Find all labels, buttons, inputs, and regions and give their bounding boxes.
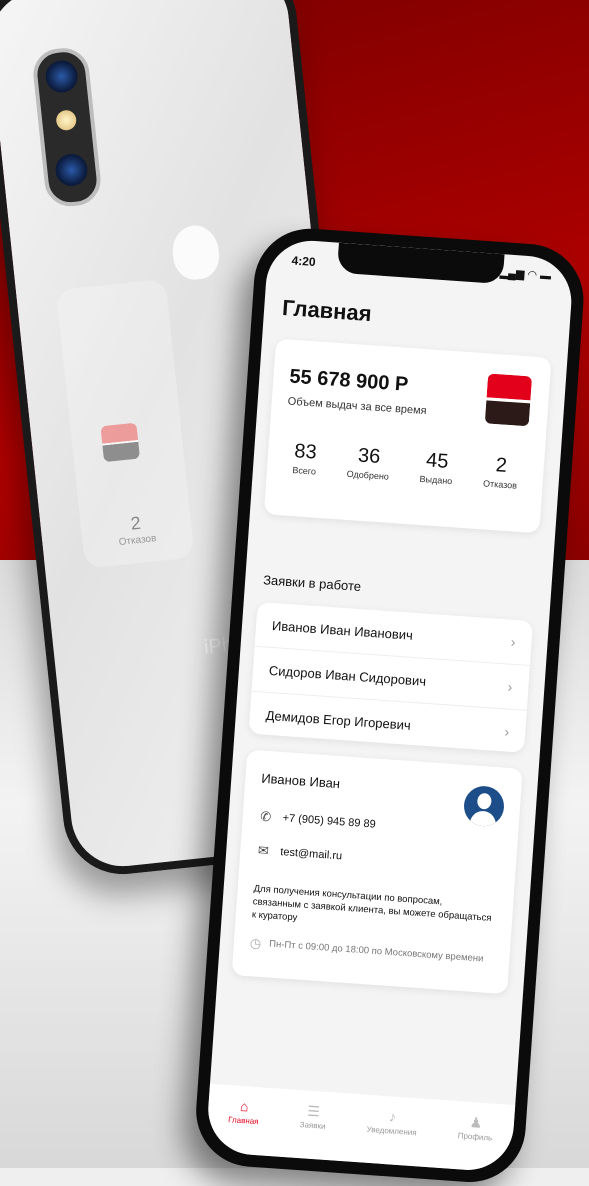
stat-rejected: 2 Отказов [483, 453, 519, 490]
chevron-right-icon: › [507, 678, 513, 695]
applications-title: Заявки в работе [262, 572, 362, 595]
summary-card: 55 678 900 Р Объем выдач за все время 83… [263, 338, 552, 534]
camera-bump [30, 45, 104, 209]
notch [336, 242, 505, 285]
page-title: Главная [281, 294, 373, 327]
list-icon: ☰ [306, 1102, 321, 1120]
avatar [462, 784, 506, 828]
tab-label: Профиль [457, 1131, 493, 1143]
working-hours: Пн-Пт с 09:00 до 18:00 по Московскому вр… [268, 938, 484, 965]
stat-value: 45 [425, 449, 450, 473]
applications-list: Иванов Иван Иванович › Сидоров Иван Сидо… [248, 601, 534, 753]
stat-label: Одобрено [346, 468, 390, 482]
stat-value: 36 [357, 444, 381, 469]
tab-notifications[interactable]: ♪ Уведомления [366, 1107, 418, 1137]
stats-row: 83 Всего 36 Одобрено 45 Выдано 2 Отказов [277, 439, 535, 492]
curator-name: Иванов Иван [260, 770, 341, 792]
battery-icon: ▬ [539, 269, 552, 283]
tab-applications[interactable]: ☰ Заявки [299, 1102, 327, 1131]
total-amount-label: Объем выдач за все время [287, 395, 427, 418]
camera-lens-icon [53, 152, 90, 188]
curator-card: Иванов Иван ✆ +7 (905) 945 89 89 ✉ test@… [231, 749, 523, 995]
tab-bar: ⌂ Главная ☰ Заявки ♪ Уведомления ♟ Профи… [205, 1083, 516, 1173]
application-name: Сидоров Иван Сидорович [268, 662, 427, 689]
total-amount: 55 678 900 Р [288, 365, 409, 396]
phone-icon: ✆ [259, 808, 272, 825]
tab-label: Заявки [299, 1120, 326, 1131]
user-icon: ♟ [469, 1113, 483, 1131]
tab-home[interactable]: ⌂ Главная [228, 1097, 260, 1126]
curator-hours: ◷ Пн-Пт с 09:00 до 18:00 по Московскому … [249, 935, 489, 966]
flash-icon [55, 109, 78, 132]
status-time: 4:20 [291, 253, 317, 270]
tab-profile[interactable]: ♟ Профиль [457, 1113, 493, 1143]
bank-logo-icon [484, 373, 533, 427]
status-icons: ▂▄▆ ◠ ▬ [499, 266, 551, 283]
chevron-right-icon: › [510, 633, 517, 650]
home-icon: ⌂ [239, 1097, 250, 1115]
application-name: Демидов Егор Игоревич [265, 707, 412, 733]
stat-value: 83 [293, 440, 318, 464]
camera-lens-icon [44, 58, 80, 95]
app-screen: 4:20 ▂▄▆ ◠ ▬ Главная 55 678 900 Р Объем … [205, 237, 575, 1173]
curator-email[interactable]: ✉ test@mail.ru [256, 842, 343, 864]
stat-label: Выдано [419, 473, 453, 487]
stat-value: 2 [495, 454, 508, 477]
front-phone: 4:20 ▂▄▆ ◠ ▬ Главная 55 678 900 Р Объем … [192, 225, 588, 1186]
stat-label: Отказов [482, 478, 518, 491]
curator-phone[interactable]: ✆ +7 (905) 945 89 89 [258, 809, 376, 833]
reflected-screen: 2 Отказов [55, 278, 195, 569]
bank-logo-reflection-icon [100, 422, 141, 463]
stat-issued: 45 Выдано [419, 449, 454, 486]
clock-icon: ◷ [249, 935, 262, 951]
apple-logo-icon [170, 223, 222, 282]
email-address: test@mail.ru [279, 846, 343, 863]
stat-total: 83 Всего [292, 440, 318, 477]
tab-label: Главная [227, 1115, 259, 1127]
phone-number: +7 (905) 945 89 89 [282, 812, 377, 831]
signal-icon: ▂▄▆ [499, 266, 525, 281]
mail-icon: ✉ [257, 842, 270, 859]
stat-label: Всего [292, 465, 317, 477]
wifi-icon: ◠ [527, 268, 538, 282]
chevron-right-icon: › [504, 723, 510, 740]
application-name: Иванов Иван Иванович [271, 617, 414, 643]
stat-approved: 36 Одобрено [346, 444, 391, 482]
curator-note: Для получения консультации по вопросам, … [251, 883, 492, 924]
